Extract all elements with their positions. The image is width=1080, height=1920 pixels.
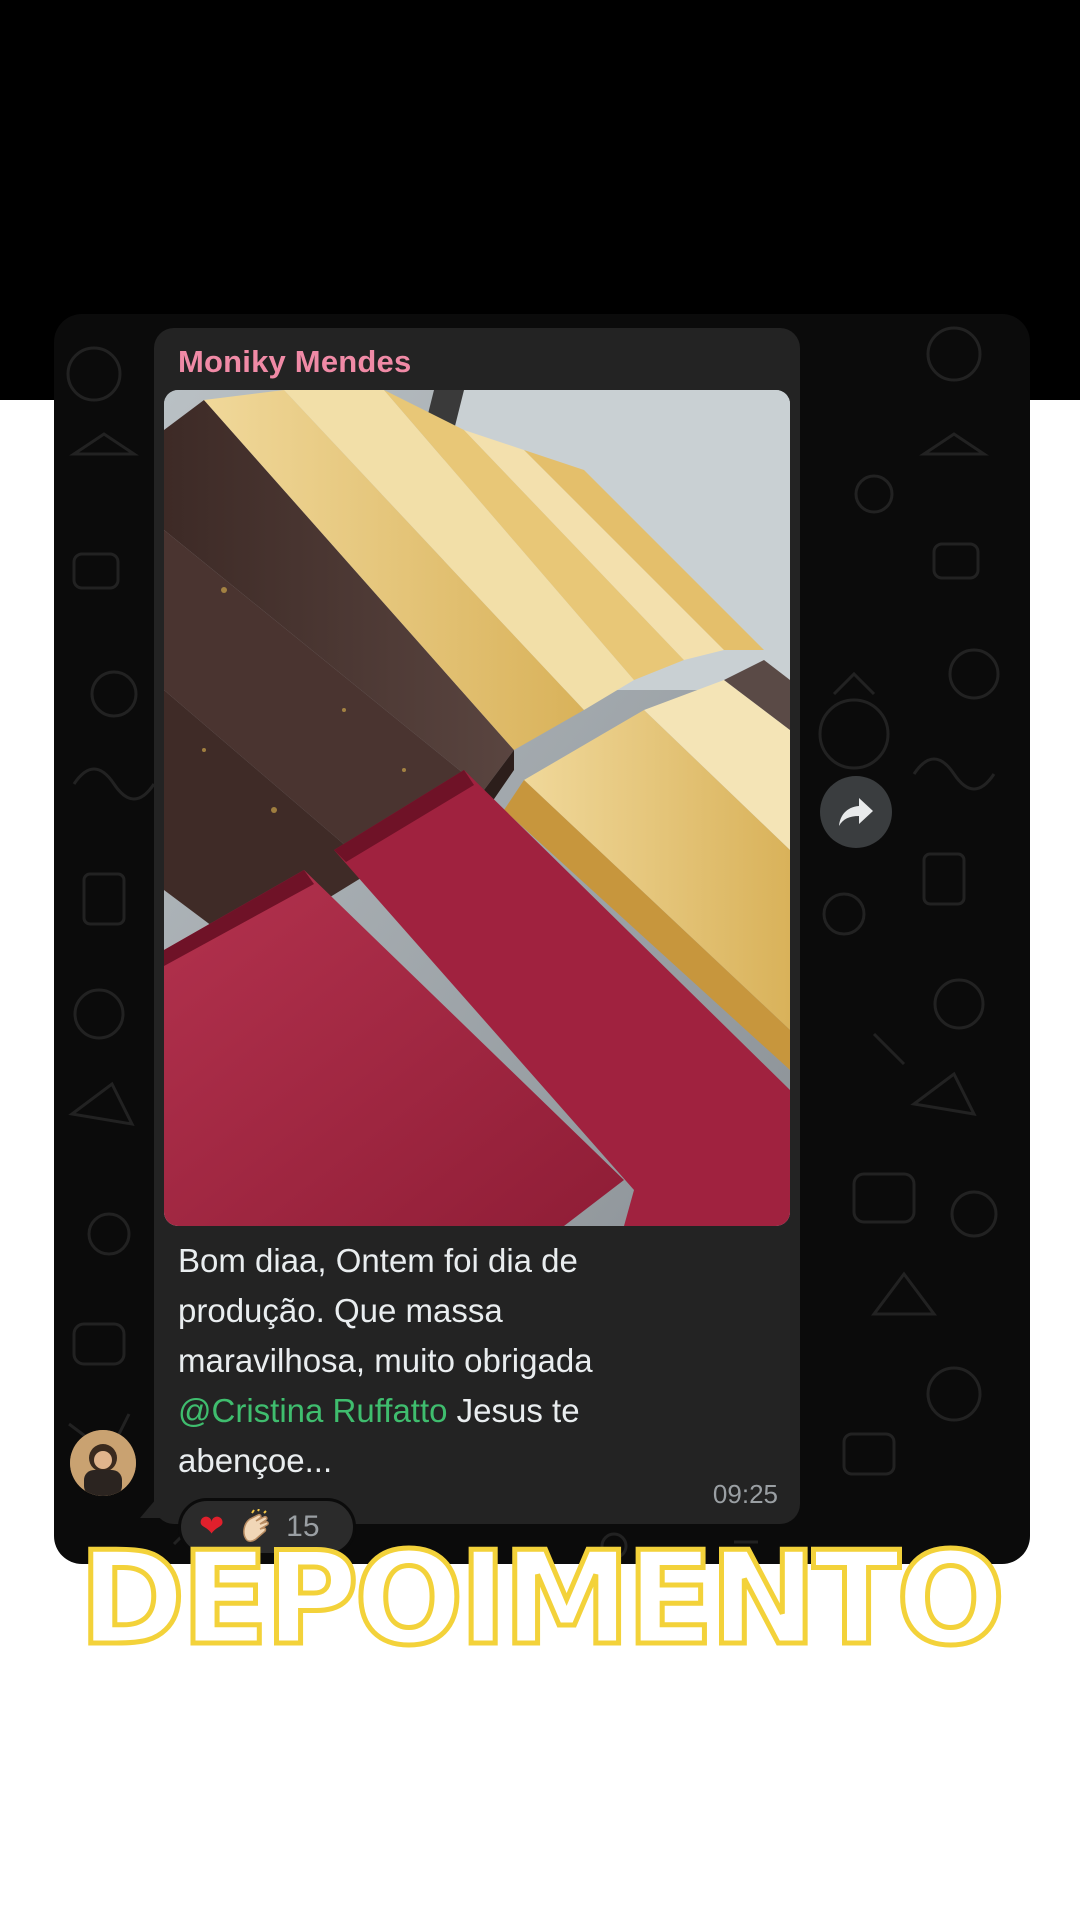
chat-screenshot: Moniky Mendes Bom diaa, Ontem foi dia de… bbox=[54, 314, 1030, 1564]
forward-arrow-icon bbox=[839, 798, 873, 826]
avatar-photo bbox=[70, 1430, 136, 1496]
message-timestamp: 09:25 bbox=[712, 1479, 778, 1509]
cake-slices-image bbox=[164, 390, 790, 1226]
forward-button[interactable] bbox=[820, 776, 892, 848]
message-text[interactable]: Bom diaa, Ontem foi dia de produção. Que… bbox=[178, 1236, 698, 1486]
caption-title: DEPOIMENTO bbox=[77, 1525, 1008, 1674]
bubble-tail bbox=[140, 1492, 162, 1518]
mention-link[interactable]: @Cristina Ruffatto bbox=[178, 1392, 448, 1429]
sender-name[interactable]: Moniky Mendes bbox=[178, 344, 411, 380]
message-body: Bom diaa, Ontem foi dia de produção. Que… bbox=[178, 1242, 593, 1379]
message-bubble[interactable]: Moniky Mendes Bom diaa, Ontem foi dia de… bbox=[154, 328, 800, 1524]
sender-avatar[interactable] bbox=[70, 1430, 136, 1496]
message-photo[interactable] bbox=[164, 390, 790, 1226]
